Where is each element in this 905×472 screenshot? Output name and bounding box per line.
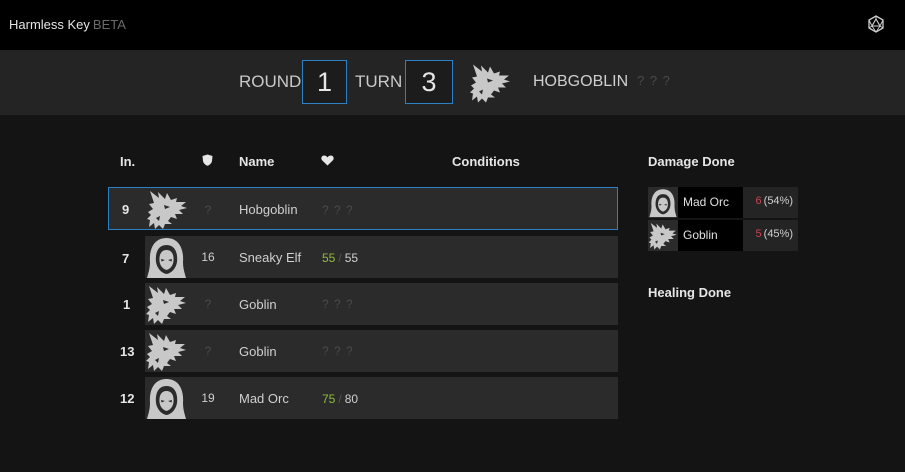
dragon-icon <box>145 283 188 325</box>
app-title[interactable]: Harmless Key BETA <box>9 17 126 32</box>
name-header: Name <box>239 154 275 169</box>
combatant-row[interactable]: ? Goblin ? ? ? <box>145 283 618 325</box>
healing-done-title: Healing Done <box>648 285 732 300</box>
hooded-figure-icon <box>145 377 188 419</box>
hp-max: 55 <box>344 251 359 265</box>
damage-amount: 6 <box>755 195 762 207</box>
combatant-row[interactable]: 19 Mad Orc 75/80 <box>145 377 618 419</box>
hp-value: 75/80 <box>322 392 358 406</box>
app-name: Harmless Key <box>9 17 90 32</box>
armor-class-value: ? <box>204 297 212 311</box>
damage-entry-name: Goblin <box>683 228 718 242</box>
initiative-header: In. <box>120 154 136 169</box>
round-counter: 1 <box>302 60 347 104</box>
dragon-icon <box>145 330 188 372</box>
armor-class-value: 16 <box>201 250 215 264</box>
heart-icon <box>321 155 334 166</box>
hp-value: 55/55 <box>322 251 358 265</box>
turn-label: TURN <box>355 72 403 91</box>
damage-entry: Mad Orc 6 (54%) <box>648 187 798 218</box>
dragon-icon <box>146 188 189 230</box>
armor-class-value: ? <box>204 344 212 358</box>
damage-entry: Goblin 5 (45%) <box>648 220 798 251</box>
dragon-icon <box>469 60 512 105</box>
current-combatant-name: HOBGOBLIN <box>533 73 629 90</box>
hp-separator: / <box>338 392 342 406</box>
combatant-name[interactable]: Sneaky Elf <box>239 250 301 265</box>
damage-amount: 5 <box>755 228 762 240</box>
combatant-name[interactable]: Goblin <box>239 344 277 359</box>
turn-counter: 3 <box>405 60 453 104</box>
combatant-name[interactable]: Hobgoblin <box>239 202 298 217</box>
damage-entry-value: 5 (45%) <box>743 220 798 251</box>
combatant-row-active[interactable]: 9 ? Hobgoblin ? ? ? <box>108 187 618 230</box>
beta-badge: BETA <box>92 17 126 32</box>
initiative-value: 1 <box>123 297 131 312</box>
d20-dice-icon[interactable] <box>867 15 885 33</box>
combatant-row[interactable]: 16 Sneaky Elf 55/55 <box>145 236 618 278</box>
damage-entry-name: Mad Orc <box>683 195 730 209</box>
shield-icon <box>202 154 213 166</box>
initiative-value: 9 <box>122 202 130 217</box>
current-combatant-hp: ? ? ? <box>637 73 671 88</box>
armor-class-value: ? <box>204 203 212 217</box>
damage-percent: (45%) <box>763 228 793 240</box>
top-bar: Harmless Key BETA <box>0 0 905 50</box>
turn-bar: ROUND 1 TURN 3 HOBGOBLIN ? ? ? <box>0 50 905 115</box>
damage-entry-value: 6 (54%) <box>743 187 798 218</box>
dragon-icon <box>648 220 678 251</box>
conditions-header: Conditions <box>452 154 520 169</box>
combatant-row[interactable]: ? Goblin ? ? ? <box>145 330 618 372</box>
hp-current: 55 <box>322 251 336 265</box>
initiative-value: 12 <box>120 391 135 406</box>
hp-current: 75 <box>322 392 336 406</box>
combatant-name[interactable]: Mad Orc <box>239 391 289 406</box>
hp-separator: / <box>338 251 342 265</box>
initiative-value: 13 <box>120 344 135 359</box>
hooded-figure-icon <box>145 236 188 278</box>
round-label: ROUND <box>239 72 302 91</box>
hp-value: ? ? ? <box>322 203 354 217</box>
hp-max: 80 <box>344 392 359 406</box>
hooded-figure-icon <box>648 187 678 218</box>
hp-value: ? ? ? <box>322 297 354 311</box>
initiative-value: 7 <box>122 251 130 266</box>
hp-value: ? ? ? <box>322 344 354 358</box>
damage-done-title: Damage Done <box>648 154 735 169</box>
armor-class-value: 19 <box>201 391 215 405</box>
combatant-name[interactable]: Goblin <box>239 297 277 312</box>
damage-percent: (54%) <box>763 195 793 207</box>
